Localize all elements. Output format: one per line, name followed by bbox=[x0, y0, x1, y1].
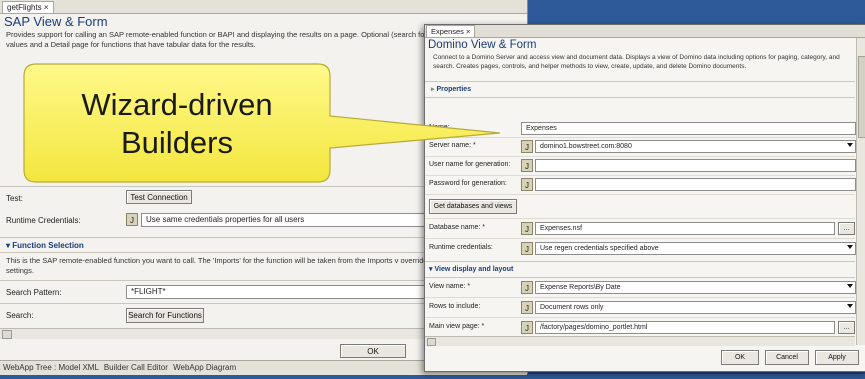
tab-getflights[interactable]: getFlights × bbox=[2, 1, 54, 13]
view-name-label: View name: * bbox=[429, 283, 471, 290]
divider bbox=[425, 175, 855, 176]
domino-description: Connect to a Domino Server and access vi… bbox=[433, 54, 840, 70]
browse-page-button[interactable]: ... bbox=[838, 321, 855, 334]
database-input[interactable]: Expenses.nsf bbox=[535, 222, 835, 235]
runtime-credentials-value: Use regen credentials specified above bbox=[540, 245, 659, 252]
runtime-credentials-label: Runtime credentials: bbox=[429, 244, 493, 251]
chevron-down-icon bbox=[847, 143, 853, 147]
domino-apply-button[interactable]: Apply bbox=[815, 350, 859, 365]
divider bbox=[425, 156, 855, 157]
name-value: Expenses bbox=[526, 125, 557, 132]
sap-title: SAP View & Form bbox=[4, 14, 108, 29]
runtime-credentials-select[interactable]: Use regen credentials specified above bbox=[535, 242, 856, 255]
database-value: Expenses.nsf bbox=[540, 225, 583, 232]
domino-title: Domino View & Form bbox=[428, 39, 537, 51]
tab-webapp-tree[interactable]: WebApp Tree : Model XML bbox=[3, 363, 99, 372]
j-icon[interactable]: J bbox=[521, 321, 533, 334]
user-name-input[interactable] bbox=[535, 159, 856, 172]
j-icon[interactable]: J bbox=[521, 281, 533, 294]
domino-cancel-button[interactable]: Cancel bbox=[765, 350, 809, 365]
rows-label: Rows to include: bbox=[429, 303, 481, 310]
divider bbox=[425, 277, 855, 278]
j-icon[interactable]: J bbox=[521, 301, 533, 314]
chevron-down-icon bbox=[847, 284, 853, 288]
properties-section[interactable]: ▸ Properties bbox=[431, 85, 471, 93]
password-label: Password for generation: bbox=[429, 180, 507, 187]
server-value: domino1.bowstreet.com:8080 bbox=[540, 143, 632, 150]
search-functions-button[interactable]: Search for Functions bbox=[126, 308, 204, 323]
test-label: Test: bbox=[6, 194, 23, 203]
sap-ok-button[interactable]: OK bbox=[340, 344, 406, 358]
divider bbox=[425, 97, 855, 98]
rows-value: Document rows only bbox=[540, 304, 604, 311]
main-view-value: /factory/pages/domino_portlet.html bbox=[540, 324, 648, 331]
divider bbox=[425, 297, 855, 298]
view-name-select[interactable]: Expense Reports\By Date bbox=[535, 281, 856, 294]
section-label: Function Selection bbox=[12, 241, 84, 250]
j-icon[interactable]: J bbox=[521, 159, 533, 172]
name-label: Name: bbox=[429, 124, 450, 131]
divider bbox=[425, 261, 855, 262]
view-display-section[interactable]: ▾ View display and layout bbox=[429, 265, 513, 273]
divider bbox=[425, 194, 855, 195]
search-pattern-value: *FLIGHT* bbox=[131, 287, 166, 296]
domino-builder-window: Expenses × Domino View & Form Connect to… bbox=[424, 24, 865, 372]
server-label: Server name: * bbox=[429, 142, 476, 149]
test-connection-button[interactable]: Test Connection bbox=[126, 190, 192, 204]
divider bbox=[425, 137, 855, 138]
chevron-down-icon bbox=[847, 304, 853, 308]
main-view-input[interactable]: /factory/pages/domino_portlet.html bbox=[535, 321, 835, 334]
domino-ok-button[interactable]: OK bbox=[721, 350, 759, 365]
j-icon[interactable]: J bbox=[521, 242, 533, 255]
runtime-credentials-label: Runtime Credentials: bbox=[6, 216, 81, 225]
divider bbox=[425, 317, 855, 318]
sap-tab-bar: getFlights × bbox=[0, 0, 527, 14]
scroll-left-icon[interactable] bbox=[2, 330, 12, 339]
j-icon[interactable]: J bbox=[126, 213, 138, 226]
name-input[interactable]: Expenses bbox=[521, 122, 856, 135]
divider bbox=[425, 238, 855, 239]
tab-expenses[interactable]: Expenses × bbox=[426, 25, 476, 37]
domino-tab-bar: Expenses × bbox=[425, 25, 865, 38]
close-icon[interactable]: × bbox=[44, 3, 49, 12]
main-view-label: Main view page: * bbox=[429, 323, 485, 330]
section-label: View display and layout bbox=[434, 266, 514, 273]
divider bbox=[425, 218, 855, 219]
scroll-left-icon[interactable] bbox=[427, 338, 436, 346]
password-input[interactable] bbox=[535, 178, 856, 191]
search-pattern-label: Search Pattern: bbox=[6, 288, 62, 297]
horizontal-scrollbar[interactable] bbox=[425, 336, 855, 346]
vertical-scrollbar[interactable] bbox=[856, 38, 865, 345]
j-icon[interactable]: J bbox=[521, 222, 533, 235]
get-databases-button[interactable]: Get databases and views bbox=[429, 199, 517, 214]
view-name-value: Expense Reports\By Date bbox=[540, 284, 621, 291]
close-icon[interactable]: × bbox=[466, 27, 470, 36]
j-icon[interactable]: J bbox=[521, 178, 533, 191]
chevron-down-icon bbox=[847, 245, 853, 249]
search-pattern-input[interactable]: *FLIGHT* bbox=[126, 285, 426, 299]
server-select[interactable]: domino1.bowstreet.com:8080 bbox=[535, 140, 856, 153]
runtime-credentials-value: Use same credentials properties for all … bbox=[146, 215, 305, 224]
rows-select[interactable]: Document rows only bbox=[535, 301, 856, 314]
tab-label: getFlights bbox=[7, 3, 42, 12]
database-label: Database name: * bbox=[429, 224, 486, 231]
user-label: User name for generation: bbox=[429, 161, 511, 168]
divider bbox=[425, 81, 855, 82]
scroll-thumb[interactable] bbox=[858, 56, 865, 138]
j-icon[interactable]: J bbox=[521, 140, 533, 153]
tab-webapp-diagram[interactable]: WebApp Diagram bbox=[173, 363, 236, 372]
tab-builder-call-editor[interactable]: Builder Call Editor bbox=[104, 363, 168, 372]
search-label: Search: bbox=[6, 311, 34, 320]
tab-label: Expenses bbox=[431, 27, 464, 36]
browse-database-button[interactable]: ... bbox=[838, 222, 855, 235]
function-selection-section[interactable]: ▾ Function Selection bbox=[6, 241, 84, 250]
section-label: Properties bbox=[436, 86, 472, 93]
